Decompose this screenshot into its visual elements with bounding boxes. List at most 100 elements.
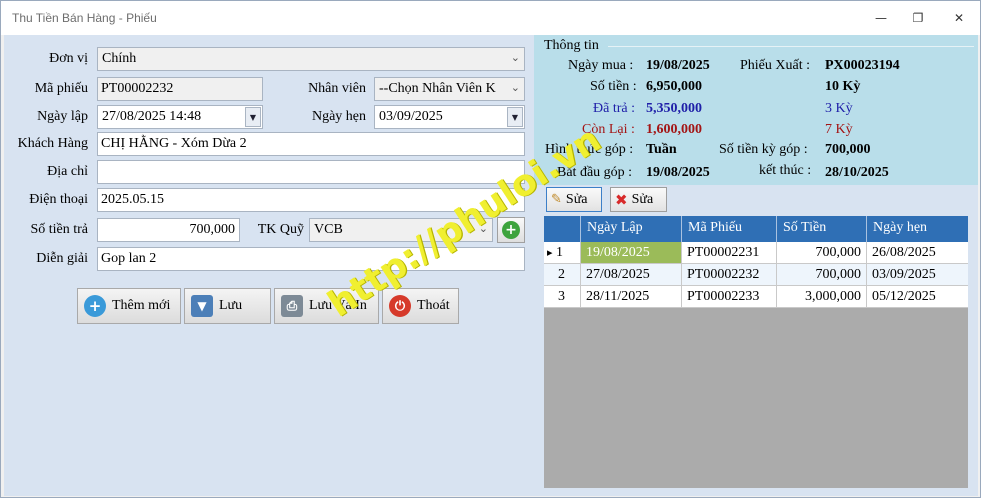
cell-ma-phieu[interactable]: PT00002231 <box>682 242 777 263</box>
luu-va-in-button[interactable]: ⎙ Lưu Và In <box>274 288 379 324</box>
luu-va-in-label: Lưu Và In <box>309 298 367 313</box>
ma-phieu-field[interactable]: PT00002232 <box>97 77 263 101</box>
con-lai-label: Còn Lại : <box>582 122 635 137</box>
don-vi-select[interactable]: Chính ⌄ <box>97 47 525 71</box>
table-row[interactable]: 3 28/11/2025 PT00002233 3,000,000 05/12/… <box>544 286 968 308</box>
grid-header-so-tien[interactable]: Số Tiền <box>777 216 867 242</box>
da-tra-value: 5,350,000 <box>646 101 702 116</box>
table-row[interactable]: ▸ 1 19/08/2025 PT00002231 700,000 26/08/… <box>544 242 968 264</box>
them-moi-button[interactable]: + Thêm mới <box>77 288 181 324</box>
cell-so-tien[interactable]: 700,000 <box>777 264 867 285</box>
cell-ngay-hen[interactable]: 03/09/2025 <box>867 264 968 285</box>
so-tien-tra-field[interactable]: 700,000 <box>97 218 240 242</box>
pencil-icon: ✎ <box>551 192 562 207</box>
luu-label: Lưu <box>219 298 243 313</box>
ngay-lap-datepicker[interactable]: 27/08/2025 14:48 ▼ <box>97 105 263 129</box>
da-tra-label: Đã trả : <box>593 101 635 116</box>
ket-thuc-value: 28/10/2025 <box>825 165 889 180</box>
row-header: 2 <box>544 264 581 285</box>
phieu-xuat-value: PX00023194 <box>825 58 900 73</box>
so-tien-tra-label: Số tiền trả <box>30 222 88 237</box>
add-account-button[interactable]: + <box>497 217 525 243</box>
cell-ngay-lap[interactable]: 27/08/2025 <box>581 264 682 285</box>
so-ky-value: 10 Kỳ <box>825 79 861 94</box>
bat-dau-label: Bắt đầu góp : <box>557 165 633 180</box>
edit-button-2-label: Sửa <box>631 191 654 207</box>
ngay-lap-value: 27/08/2025 14:48 <box>102 109 202 124</box>
info-panel: Thông tin Ngày mua : 19/08/2025 Phiếu Xu… <box>534 35 978 496</box>
minimize-icon[interactable]: — <box>867 7 895 29</box>
khach-hang-field[interactable]: CHỊ HẰNG - Xóm Dừa 2 <box>97 132 525 156</box>
cell-so-tien[interactable]: 700,000 <box>777 242 867 263</box>
tk-quy-label: TK Quỹ <box>257 222 304 237</box>
khach-hang-label: Khách Hàng <box>17 136 88 151</box>
cell-ma-phieu[interactable]: PT00002232 <box>682 264 777 285</box>
chevron-down-icon: ⌄ <box>510 81 520 94</box>
cancel-x-icon: ✖ <box>615 190 628 209</box>
printer-icon: ⎙ <box>281 295 303 317</box>
window-title: Thu Tiền Bán Hàng - Phiếu <box>12 11 157 25</box>
edit-button-1[interactable]: ✎ Sửa <box>546 187 602 212</box>
ngay-mua-label: Ngày mua : <box>568 58 634 73</box>
so-tien-ky-label: Số tiền kỳ góp : <box>719 142 808 157</box>
dia-chi-field[interactable] <box>97 160 525 184</box>
app-window: Thu Tiền Bán Hàng - Phiếu — ❐ ✕ Đơn vị C… <box>0 0 981 498</box>
cell-ngay-lap[interactable]: 28/11/2025 <box>581 286 682 307</box>
ngay-hen-label: Ngày hẹn <box>311 109 366 124</box>
table-row[interactable]: 2 27/08/2025 PT00002232 700,000 03/09/20… <box>544 264 968 286</box>
receipt-form: Đơn vị Chính ⌄ Mã phiếu PT00002232 Nhân … <box>4 35 534 496</box>
cell-ma-phieu[interactable]: PT00002233 <box>682 286 777 307</box>
add-icon: + <box>84 295 106 317</box>
plus-icon: + <box>502 221 520 239</box>
power-icon: ⏻ <box>389 295 411 317</box>
calendar-dropdown-icon[interactable]: ▼ <box>507 107 523 127</box>
cell-ngay-lap[interactable]: 19/08/2025 <box>581 242 682 263</box>
ma-phieu-label: Mã phiếu <box>34 81 88 96</box>
bat-dau-value: 19/08/2025 <box>646 165 710 180</box>
ket-thuc-label: kết thúc : <box>759 163 812 178</box>
don-vi-value: Chính <box>102 51 137 66</box>
chevron-down-icon: ⌄ <box>478 222 488 235</box>
hinh-thuc-value: Tuần <box>646 142 677 157</box>
thoat-label: Thoát <box>417 298 450 313</box>
cell-so-tien[interactable]: 3,000,000 <box>777 286 867 307</box>
dien-giai-label: Diễn giải <box>36 251 88 266</box>
dien-giai-field[interactable]: Gop lan 2 <box>97 247 525 271</box>
cell-ngay-hen[interactable]: 05/12/2025 <box>867 286 968 307</box>
ngay-mua-value: 19/08/2025 <box>646 58 710 73</box>
chevron-down-icon: ⌄ <box>510 51 520 64</box>
close-icon[interactable]: ✕ <box>945 7 973 29</box>
title-bar: Thu Tiền Bán Hàng - Phiếu — ❐ ✕ <box>1 1 980 35</box>
edit-button-2[interactable]: ✖ Sửa <box>610 187 667 212</box>
edit-button-1-label: Sửa <box>565 191 588 207</box>
save-icon: ▼ <box>191 295 213 317</box>
tk-quy-value: VCB <box>314 222 343 237</box>
ngay-hen-value: 03/09/2025 <box>379 109 443 124</box>
nhan-vien-value: --Chọn Nhân Viên K <box>379 81 496 96</box>
row-pointer-icon: ▸ <box>547 246 553 259</box>
restore-icon[interactable]: ❐ <box>904 7 932 29</box>
grid-header-ma-phieu[interactable]: Mã Phiếu <box>682 216 777 242</box>
nhan-vien-label: Nhân viên <box>308 81 366 96</box>
ngay-lap-label: Ngày lập <box>37 109 88 124</box>
luu-button[interactable]: ▼ Lưu <box>184 288 271 324</box>
nhan-vien-select[interactable]: --Chọn Nhân Viên K ⌄ <box>374 77 525 101</box>
con-lai-ky: 7 Kỳ <box>825 122 853 137</box>
calendar-dropdown-icon[interactable]: ▼ <box>245 107 261 127</box>
grid-header-ngay-hen[interactable]: Ngày hẹn <box>867 216 968 242</box>
section-divider <box>608 46 974 47</box>
thoat-button[interactable]: ⏻ Thoát <box>382 288 459 324</box>
don-vi-label: Đơn vị <box>49 51 88 66</box>
grid-corner <box>544 216 581 242</box>
dien-thoai-field[interactable]: 2025.05.15 <box>97 188 525 212</box>
info-section-title: Thông tin <box>544 38 599 53</box>
info-box: Thông tin Ngày mua : 19/08/2025 Phiếu Xu… <box>534 35 978 185</box>
ngay-hen-datepicker[interactable]: 03/09/2025 ▼ <box>374 105 525 129</box>
grid-header-ngay-lap[interactable]: Ngày Lập <box>581 216 682 242</box>
tk-quy-select[interactable]: VCB ⌄ <box>309 218 493 242</box>
so-tien-label: Số tiền : <box>590 79 637 94</box>
cell-ngay-hen[interactable]: 26/08/2025 <box>867 242 968 263</box>
row-header: ▸ 1 <box>544 242 581 263</box>
payments-grid: Ngày Lập Mã Phiếu Số Tiền Ngày hẹn ▸ 1 1… <box>544 216 968 488</box>
da-tra-ky: 3 Kỳ <box>825 101 853 116</box>
